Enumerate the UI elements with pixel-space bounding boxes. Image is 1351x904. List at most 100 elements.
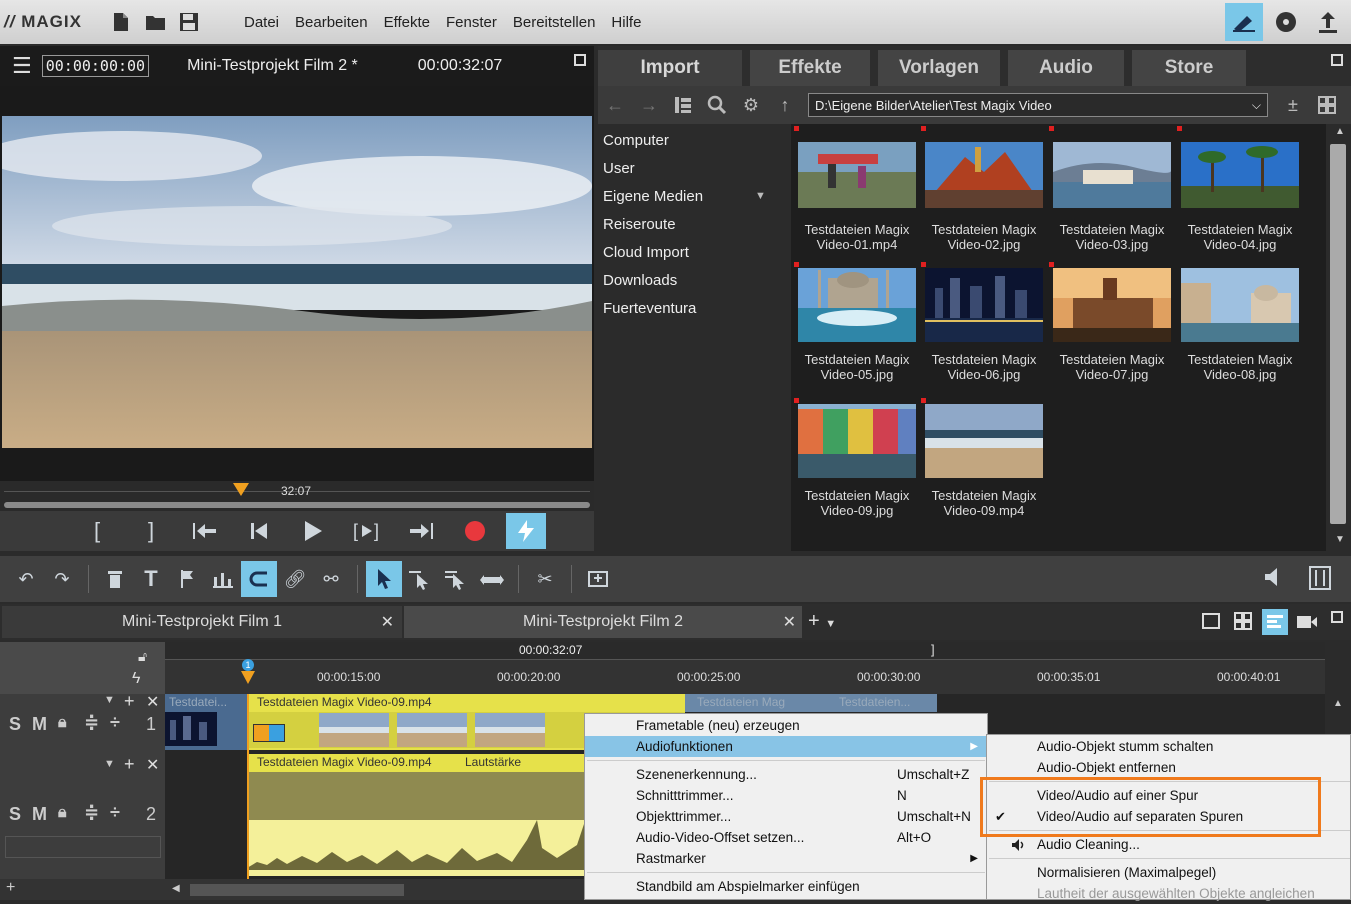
mute-button[interactable]: M	[32, 714, 47, 735]
cut-button[interactable]: ✂	[527, 561, 563, 597]
timeline-maximize-icon[interactable]	[1331, 611, 1343, 623]
title-button[interactable]: T	[133, 561, 169, 597]
position-timecode[interactable]: 00:00:00:00	[41, 55, 150, 77]
open-folder-icon[interactable]	[145, 11, 165, 33]
path-dropdown[interactable]: D:\Eigene Bilder\Atelier\Test Magix Vide…	[808, 93, 1268, 117]
delete-button[interactable]	[97, 561, 133, 597]
media-file-05[interactable]: Testdateien Magix Video-05.jpg	[797, 268, 917, 382]
audio-settings-icon[interactable]	[1309, 566, 1331, 593]
play-button[interactable]	[286, 513, 340, 549]
lock-icon[interactable]: 🔒︎	[58, 714, 67, 732]
tab-project-1[interactable]: Mini-Testprojekt Film 1 ✕	[2, 606, 402, 638]
link-button[interactable]: 🔗︎	[277, 561, 313, 597]
pool-maximize-icon[interactable]	[1331, 54, 1343, 66]
menu-item-szenenerkennung[interactable]: Szenenerkennung... Umschalt+Z	[585, 764, 987, 785]
track-height-icon[interactable]: ≑	[84, 712, 99, 733]
disc-button[interactable]	[1267, 3, 1305, 41]
play-range-button[interactable]: []	[340, 513, 394, 549]
hamburger-icon[interactable]: ☰	[12, 53, 32, 79]
set-out-point-button[interactable]: ]	[124, 513, 178, 549]
scroll-thumb[interactable]	[1330, 144, 1346, 524]
close-icon[interactable]: ✕	[783, 612, 796, 632]
chevron-down-icon[interactable]: ▼	[104, 694, 115, 706]
timeline-view-button[interactable]	[1262, 609, 1288, 635]
track-volume-slider[interactable]	[5, 836, 161, 858]
video-clip-right[interactable]: Testdateien Mag Testdateien...	[685, 694, 937, 712]
media-file-01[interactable]: Testdateien Magix Video-01.mp4	[797, 138, 917, 252]
close-icon[interactable]: ✕	[381, 612, 394, 632]
ripple-tool-button[interactable]	[402, 561, 438, 597]
track-height-icon[interactable]: ≑	[84, 802, 99, 823]
close-icon[interactable]: ✕	[146, 692, 159, 712]
add-tab-button[interactable]: + ▼	[808, 610, 836, 633]
marker-badge[interactable]: 1	[242, 659, 254, 671]
lightning-icon[interactable]: ϟ	[132, 670, 140, 688]
tab-audio[interactable]: Audio	[1008, 50, 1124, 86]
menu-item-standbild[interactable]: Standbild am Abspielmarker einfügen	[585, 876, 987, 897]
camera-view-icon[interactable]	[1296, 613, 1318, 634]
maximize-icon[interactable]	[574, 54, 586, 66]
menu-fenster[interactable]: Fenster	[446, 14, 497, 31]
scroll-up-icon[interactable]: ▲	[1333, 698, 1343, 709]
tab-effekte[interactable]: Effekte	[750, 50, 870, 86]
speaker-icon[interactable]	[1263, 566, 1285, 591]
tab-import[interactable]: Import	[598, 50, 742, 86]
jump-start-button[interactable]	[232, 513, 286, 549]
media-file-04[interactable]: Testdateien Magix Video-04.jpg	[1180, 138, 1300, 252]
scroll-left-icon[interactable]: ◀	[172, 883, 180, 894]
solo-button[interactable]: S	[9, 804, 21, 825]
snap-magnet-button[interactable]	[241, 561, 277, 597]
media-file-03[interactable]: Testdateien Magix Video-03.jpg	[1052, 138, 1172, 252]
menu-bereitstellen[interactable]: Bereitstellen	[513, 14, 596, 31]
menu-item-audio-entfernen[interactable]: Audio-Objekt entfernen	[987, 757, 1350, 778]
media-pool-scrollbar[interactable]: ▲ ▼	[1326, 124, 1351, 551]
tree-view-icon[interactable]	[666, 90, 700, 120]
menu-item-audio-stumm[interactable]: Audio-Objekt stumm schalten	[987, 736, 1350, 757]
media-file-06[interactable]: Testdateien Magix Video-06.jpg	[924, 268, 1044, 382]
menu-datei[interactable]: Datei	[244, 14, 279, 31]
timeline-ruler[interactable]: 00:00:32:07 ] 00:00:15:00 00:00:20:00 00…	[165, 642, 1325, 694]
storyboard-view-icon[interactable]	[1202, 613, 1220, 629]
expand-arrow-icon[interactable]: ▼	[755, 190, 766, 202]
menu-bearbeiten[interactable]: Bearbeiten	[295, 14, 368, 31]
tab-vorlagen[interactable]: Vorlagen	[878, 50, 1000, 86]
video-clip-left[interactable]: Testdatei...	[165, 694, 247, 750]
add-track-icon[interactable]: +	[124, 691, 135, 712]
menu-item-objekttrimmer[interactable]: Objekttrimmer... Umschalt+N	[585, 806, 987, 827]
close-icon[interactable]: ✕	[146, 755, 159, 775]
edit-mode-button[interactable]	[1225, 3, 1263, 41]
jump-to-out-button[interactable]	[394, 513, 448, 549]
menu-item-normalisieren[interactable]: Normalisieren (Maximalpegel)	[987, 862, 1350, 883]
menu-item-rastmarker[interactable]: Rastmarker ▶	[585, 848, 987, 869]
media-file-02[interactable]: Testdateien Magix Video-02.jpg	[924, 138, 1044, 252]
jump-to-in-button[interactable]	[178, 513, 232, 549]
menu-effekte[interactable]: Effekte	[384, 14, 430, 31]
sidebar-item-computer[interactable]: Computer	[598, 126, 791, 154]
media-file-09-jpg[interactable]: Testdateien Magix Video-09.jpg	[797, 404, 917, 518]
media-file-07[interactable]: Testdateien Magix Video-07.jpg	[1052, 268, 1172, 382]
folder-up-icon[interactable]: ↑	[768, 90, 802, 120]
insert-button[interactable]	[580, 561, 616, 597]
hscroll-thumb[interactable]	[190, 884, 404, 896]
grid-view-icon[interactable]	[1234, 612, 1252, 633]
media-file-09-mp4[interactable]: Testdateien Magix Video-09.mp4	[924, 404, 1044, 518]
lock-icon[interactable]: 🔒︎	[58, 804, 67, 822]
sidebar-item-downloads[interactable]: Downloads	[598, 266, 791, 294]
sidebar-item-reiseroute[interactable]: Reiseroute	[598, 210, 791, 238]
new-file-icon[interactable]	[111, 11, 131, 33]
lock-icon[interactable]: 🔓︎	[138, 648, 147, 665]
menu-item-audiofunktionen[interactable]: Audiofunktionen ▶	[585, 736, 987, 757]
menu-item-frametable[interactable]: Frametable (neu) erzeugen	[585, 715, 987, 736]
scroll-up-icon[interactable]: ▲	[1335, 126, 1345, 137]
preview-scrollbar[interactable]	[4, 502, 590, 508]
undo-button[interactable]: ↶	[8, 561, 44, 597]
select-tool-button[interactable]	[366, 561, 402, 597]
tab-store[interactable]: Store	[1132, 50, 1246, 86]
playhead-icon[interactable]	[241, 671, 255, 685]
scroll-down-icon[interactable]: ▼	[1335, 534, 1345, 545]
sidebar-item-user[interactable]: User	[598, 154, 791, 182]
clip-fx-icon[interactable]	[253, 724, 285, 742]
tab-project-2[interactable]: Mini-Testprojekt Film 2 ✕	[404, 606, 802, 638]
range-end-bracket[interactable]: ]	[931, 642, 935, 657]
export-button[interactable]	[1309, 3, 1347, 41]
